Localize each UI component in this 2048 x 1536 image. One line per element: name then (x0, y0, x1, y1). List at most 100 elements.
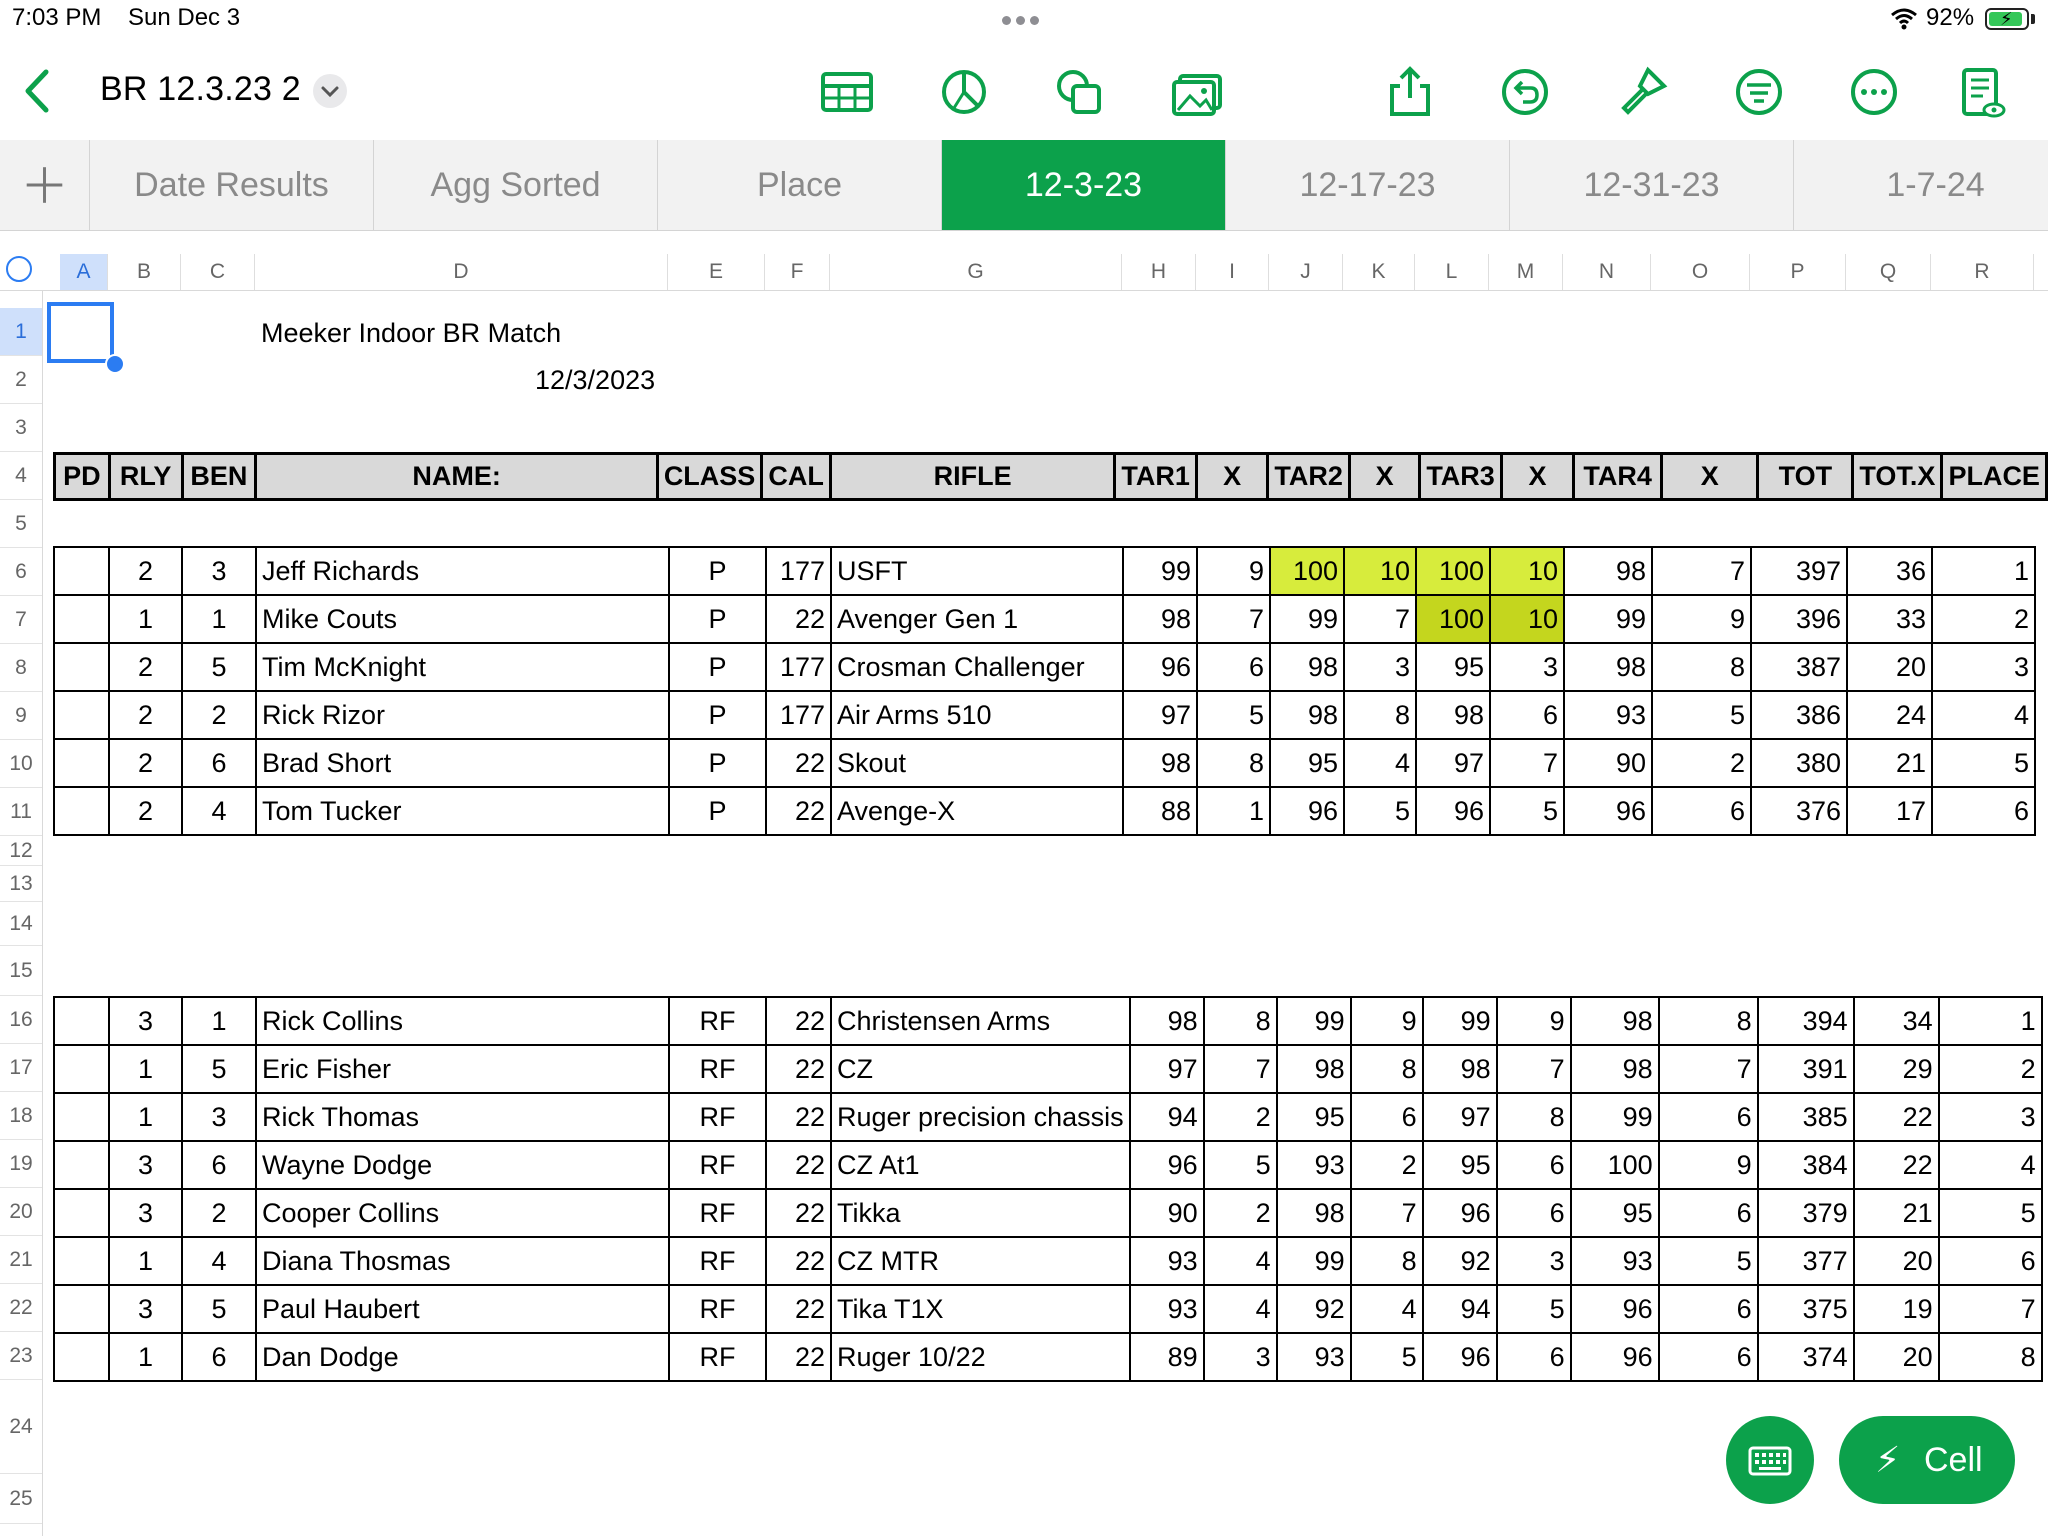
table-cell[interactable]: 5 (1202, 1140, 1278, 1190)
table-cell[interactable]: 1 (181, 594, 257, 644)
table-cell[interactable]: 5 (1343, 786, 1417, 836)
sheet-title[interactable]: Meeker Indoor BR Match (261, 318, 561, 349)
table-cell[interactable]: 2 (108, 546, 183, 596)
table-cell[interactable]: 100 (1415, 594, 1491, 644)
header-cell[interactable]: RLY (107, 452, 184, 501)
table-cell[interactable]: Diana Thosmas (255, 1236, 670, 1286)
table-cell[interactable]: CZ (830, 1044, 1131, 1094)
column-header[interactable]: M (1489, 254, 1563, 290)
table-cell[interactable]: 1 (108, 594, 183, 644)
organize-icon[interactable] (1731, 64, 1787, 120)
header-cell[interactable]: TOT (1756, 452, 1855, 501)
table-cell[interactable]: 99 (1421, 996, 1498, 1046)
table-cell[interactable]: 8 (1349, 1044, 1424, 1094)
table-cell[interactable]: 6 (181, 1332, 257, 1382)
header-cell[interactable]: RIFLE (828, 452, 1117, 501)
table-cell[interactable]: 96 (1421, 1332, 1498, 1382)
column-header[interactable]: E (668, 254, 765, 290)
table-cell[interactable]: 6 (1349, 1092, 1424, 1142)
table-cell[interactable]: 96 (1128, 1140, 1205, 1190)
table-cell[interactable]: Ruger 10/22 (830, 1332, 1131, 1382)
table-cell[interactable]: 3 (181, 1092, 257, 1142)
table-cell[interactable]: 97 (1415, 738, 1491, 788)
table-cell[interactable]: 2 (1937, 1044, 2043, 1094)
table-cell[interactable]: Crosman Challenger (830, 642, 1124, 692)
header-cell[interactable]: TAR4 (1572, 452, 1663, 501)
table-cell[interactable]: 4 (181, 786, 257, 836)
column-header[interactable]: C (181, 254, 255, 290)
table-cell[interactable]: 95 (1269, 738, 1345, 788)
table-cell[interactable]: Ruger precision chassis (830, 1092, 1131, 1142)
column-header[interactable]: F (765, 254, 830, 290)
table-cell[interactable]: 22 (765, 996, 832, 1046)
table-cell[interactable]: 6 (1657, 1092, 1759, 1142)
table-cell[interactable]: 7 (1937, 1284, 2043, 1334)
table-cell[interactable]: 10 (1489, 546, 1565, 596)
table-cell[interactable]: 1 (108, 1092, 183, 1142)
table-cell[interactable] (53, 996, 110, 1046)
table-cell[interactable]: 7 (1489, 738, 1565, 788)
row-header[interactable]: 15 (0, 946, 42, 996)
table-cell[interactable]: 10 (1343, 546, 1417, 596)
table-cell[interactable]: 22 (1852, 1140, 1940, 1190)
table-cell[interactable]: 24 (1846, 690, 1933, 740)
table-cell[interactable]: 2 (1202, 1188, 1278, 1238)
table-cell[interactable]: 3 (1343, 642, 1417, 692)
table-cell[interactable] (53, 738, 110, 788)
table-cell[interactable]: 22 (765, 1236, 832, 1286)
header-cell[interactable]: CAL (760, 452, 832, 501)
table-cell[interactable]: 6 (1495, 1140, 1572, 1190)
row-header[interactable]: 17 (0, 1044, 42, 1092)
table-cell[interactable]: 17 (1846, 786, 1933, 836)
table-cell[interactable]: RF (668, 1332, 767, 1382)
row-header[interactable]: 14 (0, 902, 42, 946)
table-cell[interactable] (53, 1044, 110, 1094)
table-cell[interactable]: 98 (1122, 594, 1198, 644)
table-cell[interactable]: 391 (1756, 1044, 1855, 1094)
table-cell[interactable]: 95 (1421, 1140, 1498, 1190)
table-cell[interactable]: 97 (1128, 1044, 1205, 1094)
column-header[interactable]: P (1750, 254, 1846, 290)
table-cell[interactable]: CZ At1 (830, 1140, 1131, 1190)
header-cell[interactable]: TAR1 (1113, 452, 1198, 501)
table-cell[interactable]: P (668, 642, 767, 692)
table-cell[interactable]: 2 (108, 738, 183, 788)
table-cell[interactable]: 374 (1756, 1332, 1855, 1382)
header-cell[interactable]: CLASS (655, 452, 764, 501)
row-header[interactable]: 23 (0, 1332, 42, 1380)
table-cell[interactable]: 375 (1756, 1284, 1855, 1334)
table-cell[interactable]: 9 (1651, 594, 1752, 644)
table-cell[interactable]: 93 (1128, 1284, 1205, 1334)
table-cell[interactable]: 93 (1569, 1236, 1660, 1286)
add-sheet-plus-icon[interactable] (0, 140, 90, 230)
table-cell[interactable]: RF (668, 1188, 767, 1238)
table-cell[interactable]: 1 (181, 996, 257, 1046)
column-header[interactable]: J (1269, 254, 1343, 290)
table-cell[interactable]: Avenger Gen 1 (830, 594, 1124, 644)
selection-handle[interactable] (105, 354, 125, 374)
more-icon[interactable] (1846, 64, 1902, 120)
table-cell[interactable]: Cooper Collins (255, 1188, 670, 1238)
table-cell[interactable]: 5 (1657, 1236, 1759, 1286)
table-cell[interactable]: 98 (1415, 690, 1491, 740)
column-header[interactable]: K (1343, 254, 1415, 290)
table-cell[interactable]: 33 (1846, 594, 1933, 644)
table-cell[interactable]: 7 (1343, 594, 1417, 644)
table-cell[interactable] (53, 1188, 110, 1238)
document-title[interactable]: BR 12.3.23 2 (100, 70, 301, 109)
table-cell[interactable]: 96 (1569, 1332, 1660, 1382)
table-cell[interactable]: USFT (830, 546, 1124, 596)
table-cell[interactable]: Paul Haubert (255, 1284, 670, 1334)
table-cell[interactable]: 6 (1937, 1236, 2043, 1286)
table-cell[interactable]: 92 (1275, 1284, 1352, 1334)
column-header[interactable]: L (1415, 254, 1489, 290)
table-cell[interactable]: 3 (108, 1284, 183, 1334)
table-cell[interactable]: 1 (1196, 786, 1271, 836)
table-cell[interactable]: 96 (1269, 786, 1345, 836)
table-cell[interactable]: 20 (1846, 642, 1933, 692)
keyboard-button[interactable] (1726, 1416, 1814, 1504)
table-cell[interactable]: 99 (1569, 1092, 1660, 1142)
table-cell[interactable] (53, 1332, 110, 1382)
document-view-icon[interactable] (1954, 64, 2010, 120)
table-cell[interactable]: 99 (1563, 594, 1653, 644)
